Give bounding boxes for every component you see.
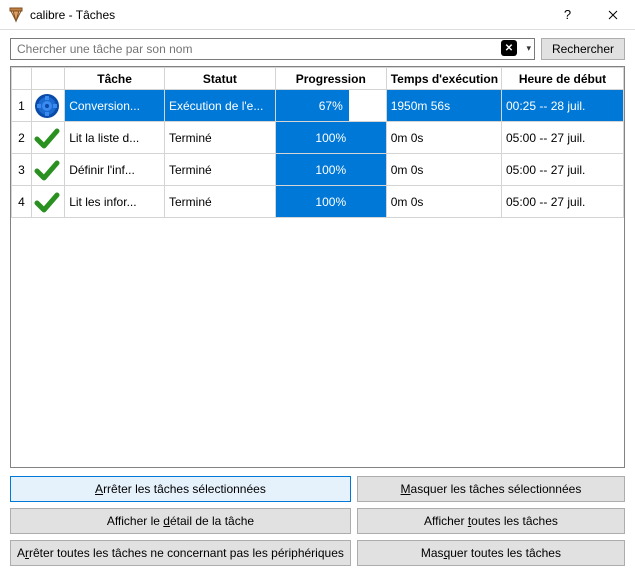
cell-status: Terminé — [164, 154, 275, 186]
hide-all-button[interactable]: Masquer toutes les tâches — [357, 540, 625, 566]
show-detail-button[interactable]: Afficher le détail de la tâche — [10, 508, 351, 534]
cell-start: 05:00 -- 27 juil. — [502, 154, 624, 186]
search-button[interactable]: Rechercher — [541, 38, 625, 60]
status-icon — [31, 90, 64, 122]
row-number: 2 — [12, 122, 32, 154]
table-row[interactable]: 2 Lit la liste d...Terminé100%0m 0s05:00 … — [12, 122, 624, 154]
close-button[interactable] — [590, 0, 635, 30]
window-title: calibre - Tâches — [30, 8, 545, 22]
cell-progress: 67% — [275, 90, 386, 122]
tasks-table: Tâche Statut Progression Temps d'exécuti… — [10, 66, 625, 468]
row-number: 3 — [12, 154, 32, 186]
cell-runtime: 1950m 56s — [386, 90, 501, 122]
cell-task: Lit les infor... — [65, 186, 165, 218]
col-runtime[interactable]: Temps d'exécution — [386, 68, 501, 90]
status-icon — [31, 154, 64, 186]
cell-progress: 100% — [275, 154, 386, 186]
cell-progress: 100% — [275, 122, 386, 154]
status-icon — [31, 122, 64, 154]
cell-status: Terminé — [164, 122, 275, 154]
hide-selected-button[interactable]: Masquer les tâches sélectionnées — [357, 476, 625, 502]
cell-start: 05:00 -- 27 juil. — [502, 186, 624, 218]
show-all-button[interactable]: Afficher toutes les tâches — [357, 508, 625, 534]
col-task[interactable]: Tâche — [65, 68, 165, 90]
stop-nondevice-button[interactable]: Arrêter toutes les tâches ne concernant … — [10, 540, 351, 566]
app-icon — [8, 7, 24, 23]
status-icon — [31, 186, 64, 218]
cell-runtime: 0m 0s — [386, 186, 501, 218]
search-input[interactable] — [10, 38, 535, 60]
table-row[interactable]: 3 Définir l'inf...Terminé100%0m 0s05:00 -… — [12, 154, 624, 186]
stop-selected-button[interactable]: Arrêter les tâches sélectionnées — [10, 476, 351, 502]
cell-task: Conversion... — [65, 90, 165, 122]
titlebar: calibre - Tâches ? — [0, 0, 635, 30]
cell-task: Définir l'inf... — [65, 154, 165, 186]
col-start[interactable]: Heure de début — [502, 68, 624, 90]
col-status[interactable]: Statut — [164, 68, 275, 90]
cell-runtime: 0m 0s — [386, 122, 501, 154]
table-header-row: Tâche Statut Progression Temps d'exécuti… — [12, 68, 624, 90]
help-button[interactable]: ? — [545, 0, 590, 30]
row-number: 1 — [12, 90, 32, 122]
cell-task: Lit la liste d... — [65, 122, 165, 154]
cell-runtime: 0m 0s — [386, 154, 501, 186]
search-field-wrap: ✕ ▾ — [10, 38, 535, 60]
cell-start: 00:25 -- 28 juil. — [502, 90, 624, 122]
col-icon[interactable] — [31, 68, 64, 90]
clear-search-icon[interactable]: ✕ — [501, 40, 517, 56]
table-row[interactable]: 1 Conversion...Exécution de l'e...67%1950… — [12, 90, 624, 122]
col-rownum[interactable] — [12, 68, 32, 90]
row-number: 4 — [12, 186, 32, 218]
cell-start: 05:00 -- 27 juil. — [502, 122, 624, 154]
cell-status: Terminé — [164, 186, 275, 218]
table-row[interactable]: 4 Lit les infor...Terminé100%0m 0s05:00 -… — [12, 186, 624, 218]
search-dropdown-icon[interactable]: ▾ — [526, 43, 531, 54]
cell-progress: 100% — [275, 186, 386, 218]
cell-status: Exécution de l'e... — [164, 90, 275, 122]
col-progress[interactable]: Progression — [275, 68, 386, 90]
